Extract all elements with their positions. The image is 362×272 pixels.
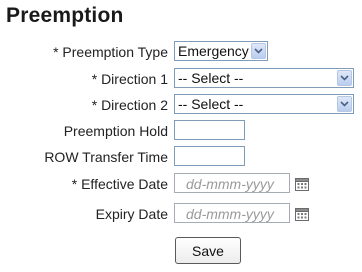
direction1-select[interactable]: -- Select -- — [174, 68, 354, 88]
preemption-type-label: * Preemption Type — [53, 44, 168, 60]
preemption-type-select[interactable]: Emergency — [174, 41, 268, 61]
row-transfer-time-row: ROW Transfer Time — [0, 146, 362, 168]
chevron-down-icon[interactable] — [251, 43, 266, 59]
expiry-date-label: Expiry Date — [95, 206, 168, 222]
row-transfer-time-label: ROW Transfer Time — [44, 149, 168, 165]
direction2-select[interactable]: -- Select -- — [174, 94, 354, 114]
direction2-row: * Direction 2 -- Select -- — [0, 94, 362, 116]
chevron-down-icon[interactable] — [337, 96, 352, 112]
direction1-label: * Direction 1 — [91, 71, 168, 87]
direction1-value: -- Select -- — [178, 70, 244, 86]
preemption-hold-label: Preemption Hold — [63, 123, 168, 139]
calendar-icon[interactable] — [294, 176, 310, 192]
direction1-row: * Direction 1 -- Select -- — [0, 68, 362, 90]
expiry-date-placeholder: dd-mmm-yyyy — [186, 206, 274, 222]
direction2-label: * Direction 2 — [91, 97, 168, 113]
preemption-hold-row: Preemption Hold — [0, 120, 362, 142]
effective-date-input[interactable]: dd-mmm-yyyy — [174, 173, 290, 193]
row-transfer-time-input[interactable] — [174, 146, 245, 166]
save-button[interactable]: Save — [175, 237, 241, 264]
direction2-value: -- Select -- — [178, 96, 244, 112]
calendar-icon[interactable] — [294, 206, 310, 222]
preemption-hold-input[interactable] — [174, 120, 245, 140]
preemption-type-row: * Preemption Type Emergency — [0, 41, 362, 63]
effective-date-label: * Effective Date — [71, 176, 168, 192]
effective-date-placeholder: dd-mmm-yyyy — [186, 176, 274, 192]
chevron-down-icon[interactable] — [337, 70, 352, 86]
page-title: Preemption — [6, 4, 124, 27]
expiry-date-input[interactable]: dd-mmm-yyyy — [174, 203, 290, 223]
preemption-type-value: Emergency — [178, 43, 249, 59]
expiry-date-row: Expiry Date dd-mmm-yyyy — [0, 203, 362, 225]
effective-date-row: * Effective Date dd-mmm-yyyy — [0, 173, 362, 195]
